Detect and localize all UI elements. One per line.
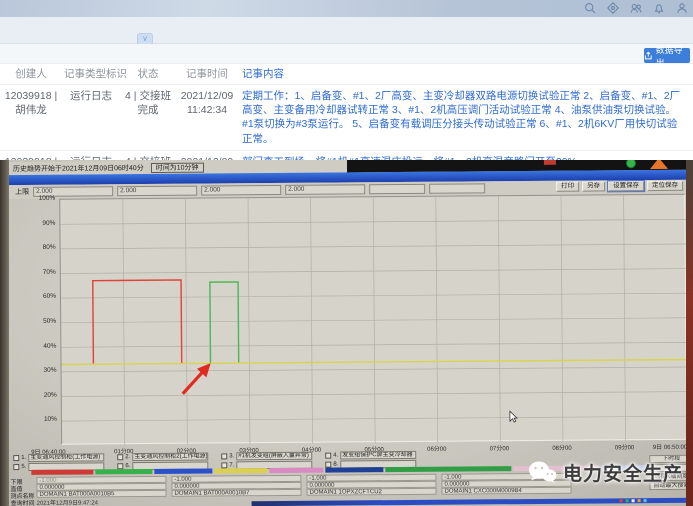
legend-num: 2.: [125, 454, 130, 460]
export-icon: [644, 51, 653, 60]
trend-color-segment: [385, 466, 511, 472]
checkbox-icon: [325, 452, 331, 458]
legend-num: 7.: [229, 462, 234, 468]
alarm-triangle-icon: [650, 160, 668, 169]
checkbox-icon: [117, 463, 123, 469]
trend-title: 历史趋势开始于2021年12月09日06时40分: [13, 163, 144, 174]
cell-record-type: 运行日志: [62, 85, 120, 150]
query-time-value: 2021年12月9日9:47:24: [37, 497, 98, 506]
toolbar-row: [0, 44, 693, 63]
upper-limit-field: 2.000: [117, 186, 197, 197]
legend-num: 8.: [333, 461, 338, 467]
legend-label: 主变通风控制柜(工作电源): [28, 453, 104, 462]
trend-duration-box: 时间为10分钟: [151, 162, 204, 172]
y-axis-tick: 100%: [27, 195, 55, 202]
y-axis-tick: 90%: [27, 219, 55, 226]
trend-toolbar: 打印 另存 设置保存 定位保存: [556, 181, 683, 192]
legend-label: 发变组保护C屏主变冷却器: [340, 450, 416, 459]
legend-num: 4.: [333, 452, 338, 458]
upper-limit-field: 2.000: [285, 184, 365, 195]
chevron-down-icon: ∨: [142, 34, 148, 43]
table-header-row: 创建人 记事类型标识 状态 记事时间 记事内容: [0, 63, 693, 85]
header-record-content: 记事内容: [238, 67, 693, 81]
y-axis-tick: 50%: [28, 318, 56, 325]
trend-window: 历史趋势开始于2021年12月09日06时40分 时间为10分钟 上限 2.00…: [0, 160, 693, 506]
save-as-button: 另存: [582, 181, 605, 191]
save-settings-button: 设置保存: [608, 181, 644, 191]
header-area: [0, 17, 693, 44]
taskbar-icon: [620, 499, 623, 502]
checkbox-icon: [221, 462, 227, 468]
trend-color-segment: [154, 469, 212, 474]
cell-record-content: 定期工作：1、启备变、#1、2厂高变、主变冷却器双路电源切换试验正常 2、启备变…: [238, 85, 693, 150]
y-axis-tick: 10%: [29, 416, 57, 423]
close-box-icon: [544, 160, 556, 165]
cell-creator: 12039918 | 胡伟龙: [0, 85, 62, 150]
taskbar-icon: [644, 499, 647, 502]
checkbox-icon: [13, 464, 19, 470]
trend-color-segment: [513, 465, 599, 471]
x-axis-tick: 06分00: [427, 444, 446, 453]
legend-num: 1.: [21, 454, 26, 460]
x-axis-tick: 9日 06:50:00: [653, 442, 687, 451]
checkbox-icon: [221, 453, 227, 459]
monitor-bezel-right: [686, 160, 693, 506]
topbar-icon-group: [584, 2, 688, 14]
legend-num: 5.: [21, 463, 26, 469]
x-axis-tick: 09分00: [615, 442, 634, 451]
trend-plot-area: [59, 194, 687, 445]
notification-bell-icon[interactable]: [653, 2, 665, 14]
trend-color-segment: [269, 468, 323, 473]
legend-label: #1机发变组(屏蔽入量异常): [236, 451, 312, 460]
y-axis-tick: 40%: [28, 342, 56, 349]
cell-record-time: 2021/12/09 11:42:34: [176, 85, 238, 150]
trend-color-segment: [325, 467, 383, 472]
cell-status: 4 | 交接班完成: [120, 85, 176, 150]
checkbox-icon: [325, 461, 331, 467]
data-export-button[interactable]: 数据导出: [644, 48, 690, 63]
save-position-button: 定位保存: [647, 181, 683, 191]
taskbar-icon: [626, 499, 629, 502]
query-time-label: 查询时间: [11, 498, 35, 506]
legend-label: 主变通风控制柜2(工作电源): [132, 452, 208, 461]
upper-limit-field-empty: [429, 183, 485, 193]
mouse-cursor-icon: [509, 410, 518, 423]
trend-color-segment: [95, 469, 152, 474]
upper-limit-field: 2.000: [201, 185, 281, 196]
series-green-pulse: [210, 282, 239, 363]
user-icon[interactable]: [676, 2, 688, 14]
print-button: 打印: [556, 182, 579, 192]
search-icon[interactable]: [584, 2, 596, 14]
annotation-arrow: [168, 353, 228, 403]
trend-color-segment: [214, 468, 267, 473]
upper-limit-field-empty: [369, 184, 425, 194]
trend-color-segment: [31, 469, 93, 474]
table-row[interactable]: 12039918 | 胡伟龙 运行日志 4 | 交接班完成 2021/12/09…: [0, 85, 693, 151]
monitor-bezel-left: [0, 160, 9, 506]
x-axis-tick: 07分00: [490, 443, 509, 452]
scan-badge-icon[interactable]: [607, 2, 619, 14]
checkbox-icon: [13, 455, 19, 461]
legend-num: 3.: [229, 453, 234, 459]
header-creator: 创建人: [0, 67, 62, 81]
header-record-time: 记事时间: [176, 67, 238, 81]
trend-chart: [60, 195, 688, 446]
y-axis-tick: 60%: [28, 293, 56, 300]
contacts-icon[interactable]: [630, 2, 642, 14]
y-axis-tick: 20%: [29, 392, 57, 399]
header-status: 状态: [120, 67, 176, 81]
checkbox-icon: [117, 454, 123, 460]
taskbar-icon: [638, 499, 641, 502]
y-axis-tick: 30%: [29, 367, 57, 374]
attached-photo-trend-screen[interactable]: 历史趋势开始于2021年12月09日06时40分 时间为10分钟 上限 2.00…: [0, 160, 693, 506]
x-axis-tick: 08分00: [552, 443, 571, 452]
header-record-type: 记事类型标识: [62, 67, 120, 81]
y-axis-tick: 80%: [28, 244, 56, 251]
taskbar-icon: [632, 499, 635, 502]
app-window: ∨ 数据导出 创建人 记事类型标识 状态 记事时间 记事内容 12039918 …: [0, 0, 693, 506]
y-axis-tick: 70%: [28, 269, 56, 276]
top-navigation-bar: [0, 0, 693, 17]
legend-num: 6.: [125, 463, 130, 469]
